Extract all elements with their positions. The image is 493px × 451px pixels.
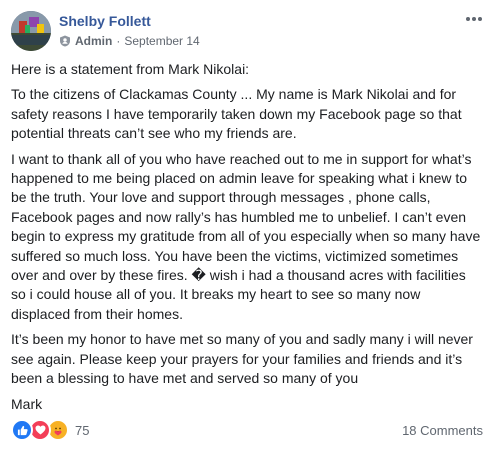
comments-link[interactable]: 18 Comments: [402, 423, 483, 438]
more-options-button[interactable]: [463, 11, 485, 27]
post-paragraph: It’s been my honor to have met so many o…: [11, 331, 473, 387]
post-signature: Mark: [11, 395, 43, 412]
post-meta: Admin · September 14: [59, 34, 200, 48]
author-role: Admin: [75, 34, 113, 48]
reaction-count: 75: [75, 422, 90, 438]
post-paragraph: I want to thank all of you who have reac…: [11, 150, 481, 322]
post-body: Here is a statement from Mark Nikolai: T…: [11, 60, 483, 420]
post-header: Shelby Follett Admin · September 14: [11, 11, 487, 51]
avatar[interactable]: [11, 11, 51, 51]
post-footer: 75 18 Comments: [11, 419, 483, 441]
reactions-summary[interactable]: 75: [11, 419, 89, 441]
more-dots-icon: [466, 17, 470, 21]
post-paragraph: To the citizens of Clackamas County ... …: [11, 86, 462, 142]
meta-separator: ·: [116, 34, 121, 48]
author-name[interactable]: Shelby Follett: [59, 13, 151, 29]
admin-badge-icon: [60, 35, 70, 47]
post-paragraph: Here is a statement from Mark Nikolai:: [11, 61, 250, 77]
facebook-post: Shelby Follett Admin · September 14 Here…: [0, 0, 493, 451]
post-date[interactable]: September 14: [124, 34, 199, 48]
like-icon: [11, 419, 33, 441]
